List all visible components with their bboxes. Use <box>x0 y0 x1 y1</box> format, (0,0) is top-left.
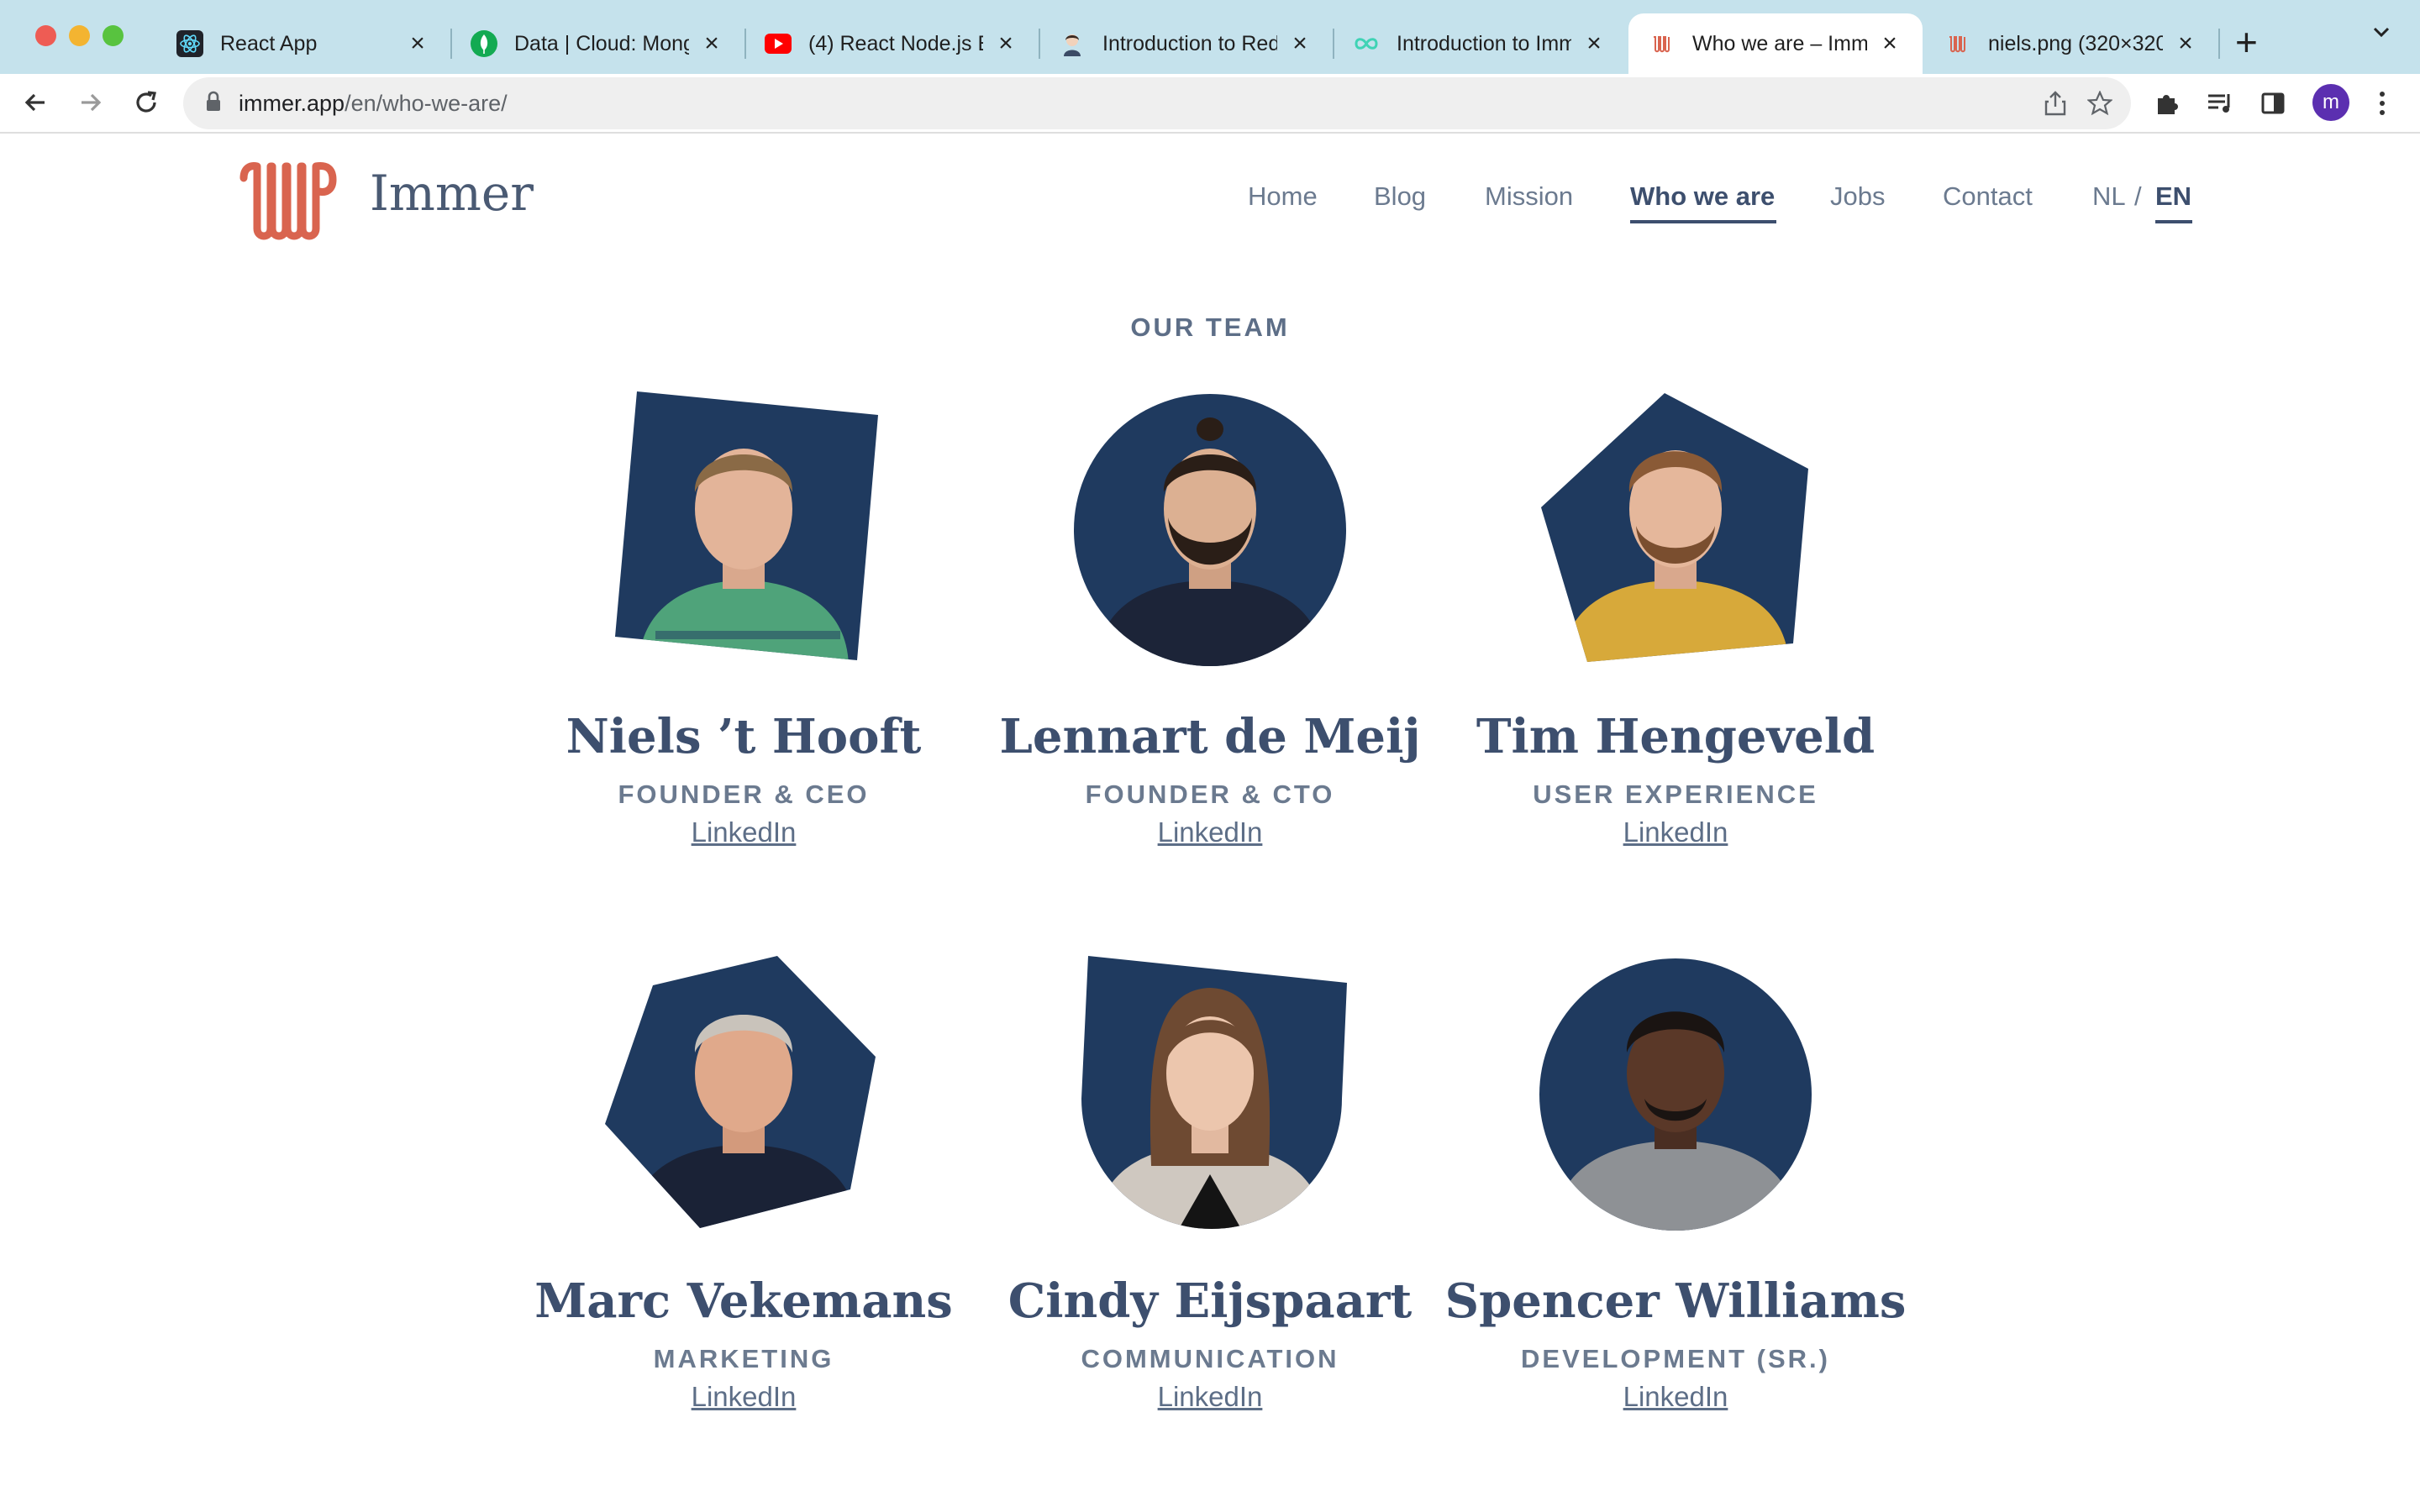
team-member-card: Tim Hengeveld USER EXPERIENCE LinkedIn <box>1440 391 1911 848</box>
team-member-photo <box>605 956 882 1233</box>
minimize-window-button[interactable] <box>69 25 90 46</box>
avatar-icon <box>1059 30 1086 57</box>
close-icon[interactable]: × <box>699 29 724 58</box>
browser-tab[interactable]: (4) React Node.js E × <box>744 13 1039 74</box>
url-host: immer.app <box>239 91 345 116</box>
immer-infinity-icon <box>1353 30 1380 57</box>
immer-logo-icon <box>1649 30 1676 57</box>
nav-blog[interactable]: Blog <box>1374 181 1426 212</box>
linkedin-link[interactable]: LinkedIn <box>1623 816 1728 848</box>
tab-title: Data | Cloud: MongoDB <box>514 31 689 55</box>
team-member-photo <box>1071 956 1349 1233</box>
browser-tab[interactable]: React App × <box>156 13 450 74</box>
extensions-puzzle-icon[interactable] <box>2149 86 2185 121</box>
toolbar-divider <box>0 132 2420 134</box>
share-icon[interactable] <box>2044 91 2067 120</box>
logo-text[interactable]: Immer <box>370 165 534 222</box>
member-name: Marc Vekemans <box>534 1273 953 1329</box>
browser-tab[interactable]: Introduction to Redux × <box>1039 13 1333 74</box>
lang-separator: / <box>2134 181 2142 211</box>
browser-tab[interactable]: Introduction to Immer × <box>1333 13 1627 74</box>
reload-icon[interactable] <box>123 79 170 126</box>
lang-active-underline <box>2155 220 2192 223</box>
more-menu-icon[interactable] <box>2365 86 2400 121</box>
linkedin-link[interactable]: LinkedIn <box>692 1381 797 1413</box>
browser-tab-active[interactable]: Who we are – Immer × <box>1628 13 1923 74</box>
browser-tab[interactable]: niels.png (320×320) × <box>1924 13 2218 74</box>
linkedin-link[interactable]: LinkedIn <box>692 816 797 848</box>
tab-title: React App <box>220 31 318 55</box>
tab-strip: React App × Data | Cloud: MongoDB × (4) … <box>0 0 2420 74</box>
nav-who-we-are[interactable]: Who we are <box>1630 181 1775 212</box>
react-icon <box>176 30 203 57</box>
team-member-photo <box>1071 391 1349 669</box>
member-role: DEVELOPMENT (SR.) <box>1521 1344 1830 1373</box>
tab-title: (4) React Node.js E <box>808 31 983 55</box>
browser-toolbar: immer.app/en/who-we-are/ <box>0 74 2420 133</box>
nav-mission[interactable]: Mission <box>1485 181 1573 212</box>
immer-logo-icon <box>1944 30 1971 57</box>
nav-home[interactable]: Home <box>1248 181 1318 212</box>
team-member-card: Marc Vekemans MARKETING LinkedIn <box>508 956 979 1413</box>
browser-tab[interactable]: Data | Cloud: MongoDB × <box>450 13 744 74</box>
member-role: COMMUNICATION <box>1081 1344 1339 1373</box>
close-icon[interactable]: × <box>2173 29 2198 58</box>
bookmark-star-icon[interactable] <box>2086 90 2113 120</box>
tab-separator <box>2218 29 2220 59</box>
team-member-photo <box>605 391 882 669</box>
media-controls-icon[interactable] <box>2203 86 2238 121</box>
tab-search-chevron-icon[interactable] <box>2370 20 2393 50</box>
youtube-icon <box>765 34 792 54</box>
close-icon[interactable]: × <box>1287 29 1313 58</box>
nav-contact[interactable]: Contact <box>1943 181 2033 212</box>
linkedin-link[interactable]: LinkedIn <box>1623 1381 1728 1413</box>
member-role: FOUNDER & CTO <box>1085 780 1335 809</box>
new-tab-button[interactable]: + <box>2235 18 2258 66</box>
lang-en-link[interactable]: EN <box>2155 181 2191 212</box>
maximize-window-button[interactable] <box>103 25 124 46</box>
tab-title: Who we are – Immer <box>1692 31 1867 55</box>
linkedin-link[interactable]: LinkedIn <box>1158 816 1263 848</box>
team-member-card: Lennart de Meij FOUNDER & CTO LinkedIn <box>975 391 1445 848</box>
forward-icon[interactable] <box>67 79 114 126</box>
url-path: /en/who-we-are/ <box>345 91 508 116</box>
section-title: OUR TEAM <box>1130 312 1290 342</box>
close-icon[interactable]: × <box>1581 29 1607 58</box>
team-member-card: Niels ’t Hooft FOUNDER & CEO LinkedIn <box>508 391 979 848</box>
close-icon[interactable]: × <box>405 29 430 58</box>
url-text[interactable]: immer.app/en/who-we-are/ <box>239 91 508 117</box>
lock-icon[interactable] <box>205 91 222 117</box>
immer-logo-icon[interactable] <box>239 156 348 249</box>
team-member-card: Cindy Eijspaart COMMUNICATION LinkedIn <box>975 956 1445 1413</box>
team-member-card: Spencer Williams DEVELOPMENT (SR.) Linke… <box>1440 956 1911 1413</box>
lang-nl-link[interactable]: NL <box>2092 181 2126 212</box>
nav-active-underline <box>1630 220 1776 223</box>
nav-jobs[interactable]: Jobs <box>1830 181 1885 212</box>
mongodb-leaf-icon <box>471 30 497 57</box>
member-role: MARKETING <box>653 1344 834 1373</box>
linkedin-link[interactable]: LinkedIn <box>1158 1381 1263 1413</box>
member-role: USER EXPERIENCE <box>1533 780 1818 809</box>
member-name: Cindy Eijspaart <box>1007 1273 1413 1329</box>
team-member-photo <box>1537 391 1814 669</box>
member-name: Tim Hengeveld <box>1476 709 1876 764</box>
profile-avatar[interactable]: m <box>2312 84 2349 121</box>
close-window-button[interactable] <box>35 25 56 46</box>
close-icon[interactable]: × <box>1877 29 1902 58</box>
member-name: Niels ’t Hooft <box>566 709 922 764</box>
member-role: FOUNDER & CEO <box>618 780 870 809</box>
tab-title: Introduction to Redux <box>1102 31 1277 55</box>
tab-title: Introduction to Immer <box>1397 31 1571 55</box>
back-icon[interactable] <box>12 79 59 126</box>
team-member-photo <box>1537 956 1814 1233</box>
member-name: Lennart de Meij <box>999 709 1421 764</box>
address-bar[interactable]: immer.app/en/who-we-are/ <box>183 77 2131 129</box>
side-panel-icon[interactable] <box>2255 86 2291 121</box>
close-icon[interactable]: × <box>993 29 1018 58</box>
member-name: Spencer Williams <box>1444 1273 1907 1329</box>
tab-title: niels.png (320×320) <box>1988 31 2163 55</box>
